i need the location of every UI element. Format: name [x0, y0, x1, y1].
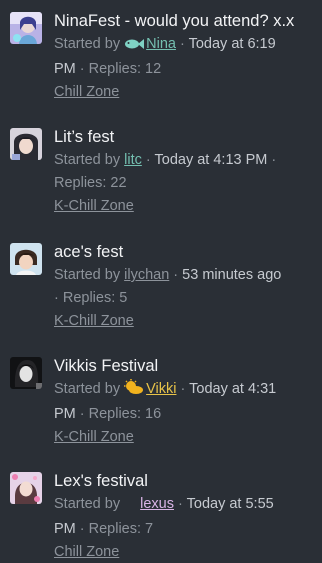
sun-cloud-icon	[124, 379, 144, 403]
thread-meta: Started by litc · Today at 4:13 PM · Rep…	[54, 149, 316, 195]
separator-dot: ·	[180, 381, 186, 397]
thread-time[interactable]: Today at 6:19	[189, 36, 276, 52]
thread-meta: Started by Vikki · Today at 4:31 PM · Re…	[54, 378, 316, 426]
started-by-label: Started by	[54, 381, 121, 397]
thread-time-suffix[interactable]: PM	[54, 521, 76, 537]
thread-title[interactable]: Vikkis Festival	[54, 355, 316, 377]
thread-title[interactable]: Lit’s fest	[54, 126, 316, 148]
started-by-label: Started by	[54, 36, 121, 52]
replies-count: · Replies: 7	[79, 521, 154, 537]
separator-dot: ·	[179, 36, 185, 52]
fish-icon	[124, 35, 145, 58]
thread-time-suffix[interactable]: PM	[54, 61, 76, 77]
forum-link[interactable]: Chill Zone	[54, 81, 119, 104]
thread-meta: Started by lexus · Today at 5:55 PM · Re…	[54, 493, 316, 541]
thread-time[interactable]: 53 minutes ago	[182, 267, 281, 283]
author-link[interactable]: lexus	[140, 496, 174, 512]
author-link[interactable]: Vikki	[146, 381, 176, 397]
thread-list: NinaFest - would you attend? x.x Started…	[0, 0, 322, 563]
avatar[interactable]	[10, 12, 42, 44]
started-by-label: Started by	[54, 496, 121, 512]
thread-title[interactable]: NinaFest - would you attend? x.x	[54, 10, 316, 32]
replies-count: · Replies: 5	[54, 290, 128, 306]
author-link[interactable]: ilychan	[124, 267, 169, 283]
thread-time[interactable]: Today at 4:13 PM	[155, 152, 268, 168]
thread-time[interactable]: Today at 4:31	[189, 381, 276, 397]
thread-meta: Started by Nina · Today at 6:19 PM · Rep…	[54, 33, 316, 81]
separator-dot: ·	[178, 496, 183, 512]
avatar[interactable]	[10, 472, 42, 504]
author-link[interactable]: litc	[124, 152, 142, 168]
forum-link[interactable]: Chill Zone	[54, 541, 119, 563]
replies-count: · Replies: 16	[79, 406, 162, 422]
forum-link[interactable]: K-Chill Zone	[54, 195, 134, 218]
avatar[interactable]	[10, 243, 42, 275]
replies-count: Replies: 22	[54, 175, 127, 191]
avatar[interactable]	[10, 357, 42, 389]
author-link[interactable]: Nina	[146, 36, 176, 52]
thread-title[interactable]: Lex's festival	[54, 470, 316, 492]
thread-time[interactable]: Today at 5:55	[187, 496, 274, 512]
forum-link[interactable]: K-Chill Zone	[54, 310, 134, 333]
forum-link[interactable]: K-Chill Zone	[54, 426, 134, 449]
separator-dot: ·	[173, 267, 179, 283]
replies-count: · Replies: 12	[79, 61, 162, 77]
thread-title[interactable]: ace's fest	[54, 241, 316, 263]
started-by-label: Started by	[54, 152, 121, 168]
separator-dot: ·	[145, 152, 151, 168]
avatar[interactable]	[10, 128, 42, 160]
crescent-moon-icon	[124, 494, 138, 518]
separator-dot: ·	[271, 152, 277, 168]
thread-time-suffix[interactable]: PM	[54, 406, 76, 422]
started-by-label: Started by	[54, 267, 121, 283]
thread-meta: Started by ilychan · 53 minutes ago · Re…	[54, 264, 316, 310]
